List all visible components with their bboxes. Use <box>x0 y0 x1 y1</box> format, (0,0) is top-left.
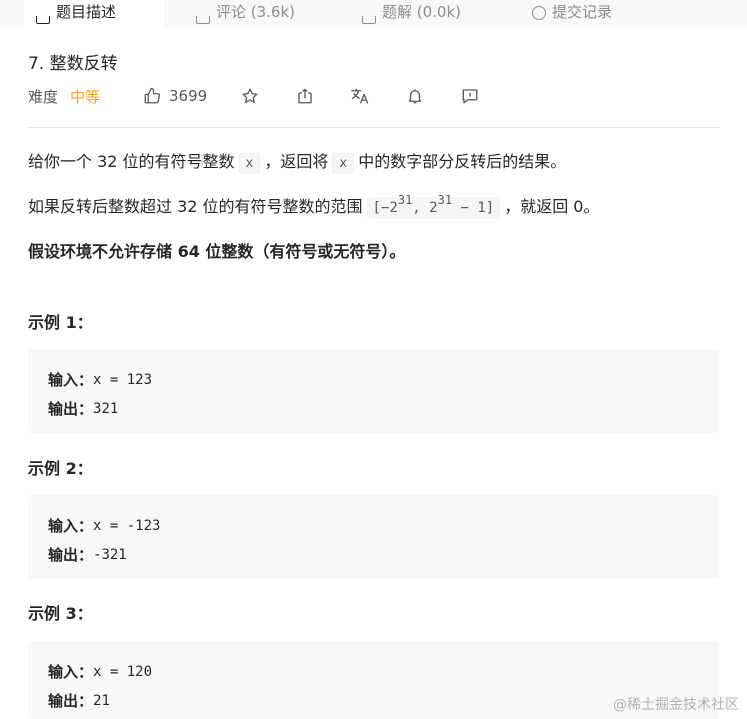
tab-solutions[interactable]: 题解 (0.0k) <box>362 0 461 26</box>
input-label: 输入： <box>48 663 94 681</box>
share-button[interactable] <box>295 86 315 106</box>
problem-title: 7. 整数反转 <box>28 54 118 74</box>
tab-comments-label: 评论 (3.6k) <box>216 3 296 21</box>
example-output-line: 输出： 21 <box>48 686 699 715</box>
watermark: @稀土掘金技术社区 <box>613 697 739 713</box>
flask-icon <box>362 16 376 24</box>
favorite-button[interactable] <box>240 86 260 106</box>
input-label: 输入： <box>48 371 94 389</box>
output-value: -321 <box>93 546 127 563</box>
feedback-icon <box>461 87 479 105</box>
example-box: 输入： x = -123 输出： -321 <box>28 495 719 579</box>
share-icon <box>296 87 314 105</box>
example-title: 示例 1： <box>28 313 93 332</box>
clock-icon <box>532 6 546 20</box>
example-input-line: 输入： x = -123 <box>48 511 699 540</box>
range-close: − 1] <box>452 200 495 216</box>
output-label: 输出： <box>48 400 94 418</box>
p1-text-b: ，返回将 <box>264 152 329 171</box>
tab-description-label: 题目描述 <box>56 3 117 21</box>
inline-code-x: x <box>332 153 355 174</box>
tab-submissions-label: 提交记录 <box>552 3 613 21</box>
difficulty-badge: 中等 <box>70 87 101 106</box>
range-code: [−231, 231 − 1] <box>366 193 501 219</box>
example-input-line: 输入： x = 123 <box>48 365 699 394</box>
p2-text-b: ，就返回 0。 <box>504 197 600 216</box>
tab-description[interactable]: 题目描述 <box>24 0 164 26</box>
comment-icon <box>196 16 210 24</box>
thumb-up-icon <box>143 87 161 105</box>
description-paragraph-3: 假设环境不允许存储 64 位整数（有符号或无符号）。 <box>28 242 406 261</box>
output-value: 21 <box>93 692 110 709</box>
like-count: 3699 <box>169 87 208 105</box>
notify-button[interactable] <box>405 86 425 106</box>
tab-submissions[interactable]: 提交记录 <box>532 0 612 26</box>
range-exp-1: 31 <box>397 193 413 207</box>
output-label: 输出： <box>48 692 94 710</box>
description-icon <box>36 16 50 24</box>
output-value: 321 <box>93 400 119 417</box>
tab-solutions-label: 题解 (0.0k) <box>382 3 462 21</box>
example-title: 示例 3： <box>28 604 93 623</box>
input-value: x = -123 <box>93 517 161 534</box>
translate-icon <box>350 87 370 105</box>
description-paragraph-2: 如果反转后整数超过 32 位的有符号整数的范围 [−231, 231 − 1] ，就… <box>28 193 600 219</box>
description-paragraph-1: 给你一个 32 位的有符号整数 x ，返回将 x 中的数字部分反转后的结果。 <box>28 148 567 174</box>
p1-text-a: 给你一个 32 位的有符号整数 <box>28 152 235 171</box>
like-button[interactable]: 3699 <box>143 84 207 108</box>
input-value: x = 123 <box>93 371 153 388</box>
tab-comments[interactable]: 评论 (3.6k) <box>196 0 295 26</box>
divider <box>28 127 720 128</box>
input-label: 输入： <box>48 517 94 535</box>
feedback-button[interactable] <box>460 86 480 106</box>
example-input-line: 输入： x = 120 <box>48 657 699 686</box>
output-label: 输出： <box>48 546 94 564</box>
example-output-line: 输出： -321 <box>48 540 699 569</box>
example-title: 示例 2： <box>28 459 93 478</box>
range-mid: , 2 <box>412 200 438 216</box>
p2-text-a: 如果反转后整数超过 32 位的有符号整数的范围 <box>28 197 363 216</box>
example-output-line: 输出： 321 <box>48 394 699 423</box>
difficulty-label: 难度 <box>28 87 59 106</box>
p1-text-c: 中的数字部分反转后的结果。 <box>358 152 567 171</box>
input-value: x = 120 <box>93 663 153 680</box>
star-icon <box>241 87 259 105</box>
range-open: [−2 <box>372 200 398 216</box>
example-box: 输入： x = 123 输出： 321 <box>28 349 719 433</box>
tab-bar: 题目描述 评论 (3.6k) 题解 (0.0k) 提交记录 <box>0 0 747 26</box>
bell-icon <box>406 87 424 105</box>
translate-button[interactable] <box>350 86 370 106</box>
inline-code-x: x <box>238 153 261 174</box>
problem-meta: 难度 中等 3699 <box>28 84 720 108</box>
range-exp-2: 31 <box>437 193 453 207</box>
